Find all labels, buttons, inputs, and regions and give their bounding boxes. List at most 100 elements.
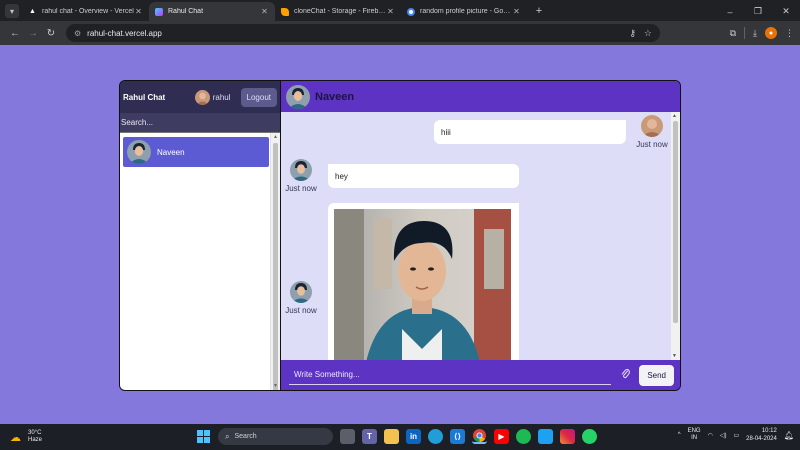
chat-partner-avatar bbox=[286, 84, 310, 109]
close-icon[interactable]: ✕ bbox=[134, 7, 143, 16]
notification-bell-icon[interactable]: 🔔︎ bbox=[784, 431, 794, 440]
linkedin-icon[interactable]: in bbox=[406, 429, 421, 444]
message-image-card[interactable] bbox=[328, 203, 519, 360]
attachment-icon[interactable] bbox=[617, 368, 633, 382]
battery-icon[interactable]: ▭ bbox=[733, 432, 739, 439]
more-menu-icon[interactable]: ⋮ bbox=[785, 28, 794, 39]
logout-button[interactable]: Logout bbox=[240, 87, 277, 107]
chat-list: Naveen ▲ ▼ bbox=[120, 133, 280, 390]
browser-toolbar: ← → ↻ ⚙ rahul-chat.vercel.app ⚷ ☆ ⧉ ⤓ ● … bbox=[0, 21, 800, 45]
download-icon[interactable]: ⤓ bbox=[753, 28, 757, 39]
clock[interactable]: 10:12 28-04-2024 bbox=[746, 427, 777, 443]
chat-list-item-naveen[interactable]: Naveen bbox=[123, 137, 269, 167]
taskbar-apps: ⌕ Search T in ⟨⟩ ▶ bbox=[196, 428, 597, 445]
message-time: Just now bbox=[636, 140, 668, 149]
close-icon[interactable]: ✕ bbox=[512, 7, 521, 16]
new-tab-button[interactable]: + bbox=[531, 3, 547, 19]
edge-icon[interactable] bbox=[428, 429, 443, 444]
windows-start-icon[interactable] bbox=[196, 429, 211, 444]
password-key-icon[interactable]: ⚷ bbox=[629, 28, 636, 39]
toolbar-divider bbox=[744, 27, 746, 39]
messages-scroll-thumb[interactable] bbox=[673, 121, 678, 323]
own-avatar bbox=[641, 115, 663, 137]
close-icon[interactable]: ✕ bbox=[386, 7, 395, 16]
task-view-icon[interactable] bbox=[340, 429, 355, 444]
forward-icon[interactable]: → bbox=[24, 28, 42, 39]
search-bar bbox=[120, 113, 280, 133]
firebase-icon bbox=[281, 7, 289, 16]
message-bubble-received: hey bbox=[328, 164, 519, 188]
sidebar: Rahul Chat rahul Logout Search... Naveen… bbox=[120, 81, 281, 390]
reload-icon[interactable]: ↻ bbox=[42, 28, 60, 39]
browser-tab-google[interactable]: random profile picture - Google ✕ bbox=[401, 2, 527, 21]
google-icon bbox=[407, 7, 415, 16]
address-bar[interactable]: ⚙ rahul-chat.vercel.app ⚷ ☆ bbox=[66, 24, 660, 42]
taskbar-search[interactable]: ⌕ Search bbox=[218, 428, 333, 445]
message-input-bar: Send bbox=[281, 360, 680, 390]
spotify-icon[interactable] bbox=[516, 429, 531, 444]
instagram-icon[interactable] bbox=[560, 429, 575, 444]
chat-app: Rahul Chat rahul Logout Search... Naveen… bbox=[119, 80, 681, 391]
chrome-icon[interactable] bbox=[472, 429, 487, 444]
os-taskbar: ☁ 30°C Haze ⌕ Search T in ⟨⟩ ▶ ^ ENG IN … bbox=[0, 424, 800, 450]
sidebar-scroll-thumb[interactable] bbox=[273, 143, 278, 390]
contact-name: Naveen bbox=[157, 147, 185, 157]
restore-icon[interactable]: ❐ bbox=[744, 6, 772, 17]
weather-temperature: 30°C bbox=[28, 430, 42, 436]
browser-tab-firebase[interactable]: cloneChat - Storage - Firebase ✕ bbox=[275, 2, 401, 21]
shared-photo[interactable] bbox=[334, 209, 511, 360]
browser-tab-strip: ▾ ▲ rahul chat - Overview - Vercel ✕ Rah… bbox=[0, 0, 800, 21]
message-bubble-own: hiii bbox=[434, 120, 626, 144]
tab-title: cloneChat - Storage - Firebase bbox=[294, 8, 386, 15]
scroll-down-icon[interactable]: ▼ bbox=[672, 353, 677, 359]
volume-icon[interactable]: ◁) bbox=[720, 432, 727, 439]
messages-area: hiii Just now Just now hey Just now ▲ ▼ bbox=[281, 112, 680, 360]
language-region: IN bbox=[691, 435, 698, 441]
file-explorer-icon[interactable] bbox=[384, 429, 399, 444]
message-input[interactable] bbox=[289, 365, 612, 385]
taskbar-search-label: Search bbox=[234, 433, 257, 440]
sender-avatar bbox=[290, 281, 312, 303]
message-time: Just now bbox=[285, 184, 317, 193]
whatsapp-icon[interactable] bbox=[582, 429, 597, 444]
back-icon[interactable]: ← bbox=[6, 28, 24, 39]
extensions-icon[interactable]: ⧉ bbox=[730, 28, 736, 39]
youtube-icon[interactable]: ▶ bbox=[494, 429, 509, 444]
window-controls: – ❐ ✕ bbox=[716, 2, 800, 21]
browser-tab-rahul-chat[interactable]: Rahul Chat ✕ bbox=[149, 2, 275, 21]
wifi-icon[interactable]: ◠ bbox=[708, 432, 713, 439]
tab-search-button[interactable]: ▾ bbox=[5, 4, 19, 18]
search-icon: ⌕ bbox=[225, 431, 230, 441]
scroll-up-icon[interactable]: ▲ bbox=[273, 134, 278, 140]
sidebar-navbar: Rahul Chat rahul Logout bbox=[120, 81, 280, 113]
minimize-icon[interactable]: – bbox=[716, 7, 744, 17]
teams-icon[interactable]: T bbox=[362, 429, 377, 444]
message-time: Just now bbox=[285, 306, 317, 315]
current-user-avatar bbox=[194, 89, 210, 105]
system-tray: ^ ENG IN ◠ ◁) ▭ 10:12 28-04-2024 🔔︎ bbox=[678, 427, 794, 443]
messages-scrollbar[interactable]: ▲ ▼ bbox=[671, 112, 680, 360]
scroll-down-icon[interactable]: ▼ bbox=[273, 383, 278, 389]
close-window-icon[interactable]: ✕ bbox=[772, 6, 800, 17]
chat-header: Naveen bbox=[281, 81, 680, 112]
vscode-icon[interactable]: ⟨⟩ bbox=[450, 429, 465, 444]
weather-widget[interactable]: ☁ 30°C Haze bbox=[10, 430, 42, 444]
scroll-up-icon[interactable]: ▲ bbox=[672, 113, 677, 119]
profile-avatar-icon[interactable]: ● bbox=[765, 27, 777, 39]
sender-avatar bbox=[290, 159, 312, 181]
browser-tab-vercel[interactable]: ▲ rahul chat - Overview - Vercel ✕ bbox=[23, 2, 149, 21]
site-info-icon[interactable]: ⚙ bbox=[74, 29, 81, 38]
current-user-name: rahul bbox=[212, 92, 231, 102]
send-button[interactable]: Send bbox=[639, 364, 674, 386]
close-icon[interactable]: ✕ bbox=[260, 7, 269, 16]
bookmark-star-icon[interactable]: ☆ bbox=[644, 28, 652, 39]
search-input[interactable] bbox=[120, 118, 280, 127]
chevron-up-icon[interactable]: ^ bbox=[678, 432, 681, 438]
current-user: rahul Logout bbox=[194, 87, 277, 107]
sidebar-scrollbar[interactable]: ▲ ▼ bbox=[270, 133, 280, 390]
twitter-icon[interactable] bbox=[538, 429, 553, 444]
chat-partner-name: Naveen bbox=[315, 90, 355, 103]
weather-description: Haze bbox=[28, 437, 43, 443]
language-indicator[interactable]: ENG IN bbox=[688, 428, 701, 442]
clock-date: 28-04-2024 bbox=[746, 436, 777, 442]
